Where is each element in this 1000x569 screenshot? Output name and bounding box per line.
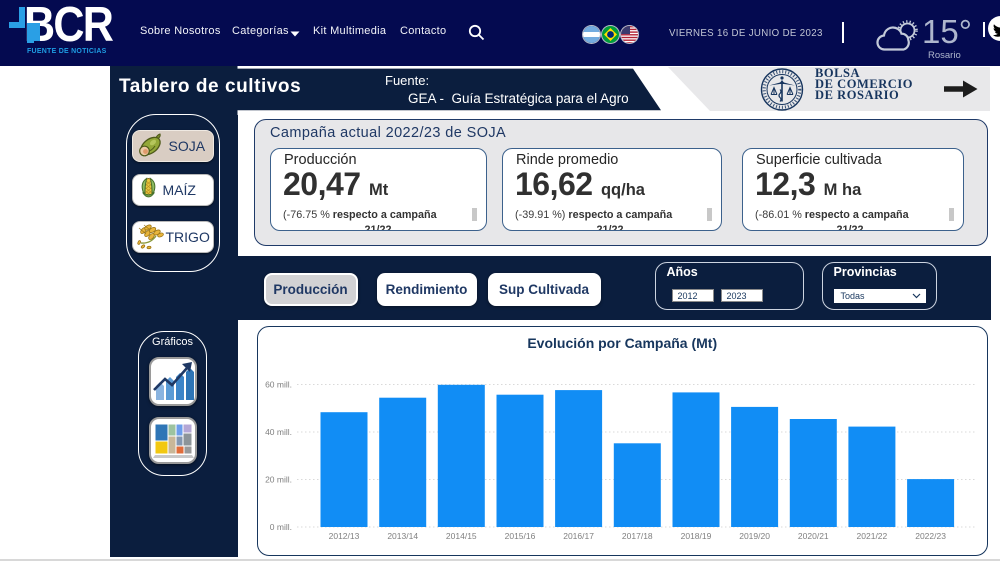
svg-text:2021/22: 2021/22 — [856, 531, 887, 541]
svg-text:2014/15: 2014/15 — [445, 531, 476, 541]
svg-text:2017/18: 2017/18 — [621, 531, 652, 541]
svg-text:0 mill.: 0 mill. — [269, 522, 291, 532]
svg-text:2018/19: 2018/19 — [680, 531, 711, 541]
svg-text:40 mill.: 40 mill. — [265, 427, 292, 437]
svg-text:2020/21: 2020/21 — [797, 531, 828, 541]
svg-text:20 mill.: 20 mill. — [265, 475, 292, 485]
svg-text:2016/17: 2016/17 — [563, 531, 594, 541]
svg-text:2013/14: 2013/14 — [387, 531, 418, 541]
svg-text:60 mill.: 60 mill. — [265, 380, 292, 390]
svg-text:2015/16: 2015/16 — [504, 531, 535, 541]
svg-text:2012/13: 2012/13 — [328, 531, 359, 541]
svg-text:2019/20: 2019/20 — [739, 531, 770, 541]
svg-text:2022/23: 2022/23 — [915, 531, 946, 541]
